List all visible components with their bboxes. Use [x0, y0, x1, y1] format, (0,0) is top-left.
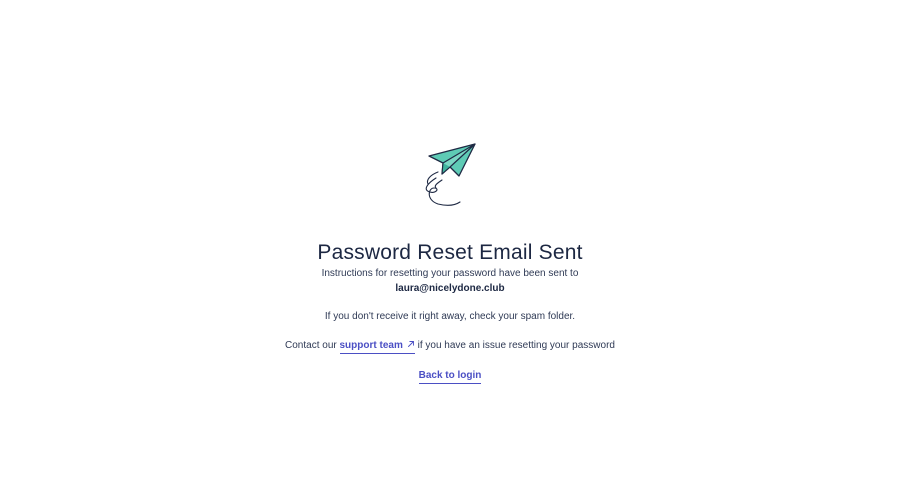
external-link-icon — [407, 341, 414, 347]
instructions-text: Instructions for resetting your password… — [321, 268, 579, 279]
contact-prefix: Contact our — [285, 340, 337, 351]
password-reset-confirmation-page: Password Reset Email Sent Instructions f… — [0, 0, 900, 484]
back-to-login-link[interactable]: Back to login — [418, 370, 482, 384]
recipient-email: laura@nicelydone.club — [395, 283, 505, 294]
support-team-label: support team — [339, 340, 403, 351]
support-team-link[interactable]: support team — [339, 340, 415, 354]
page-title: Password Reset Email Sent — [317, 241, 583, 264]
back-to-login-row: Back to login — [0, 369, 900, 384]
spam-notice: If you don't receive it right away, chec… — [324, 311, 576, 322]
paper-plane-icon — [425, 143, 476, 206]
contact-support-line: Contact our support team if you have an … — [0, 339, 900, 354]
contact-suffix: if you have an issue resetting your pass… — [417, 340, 615, 351]
